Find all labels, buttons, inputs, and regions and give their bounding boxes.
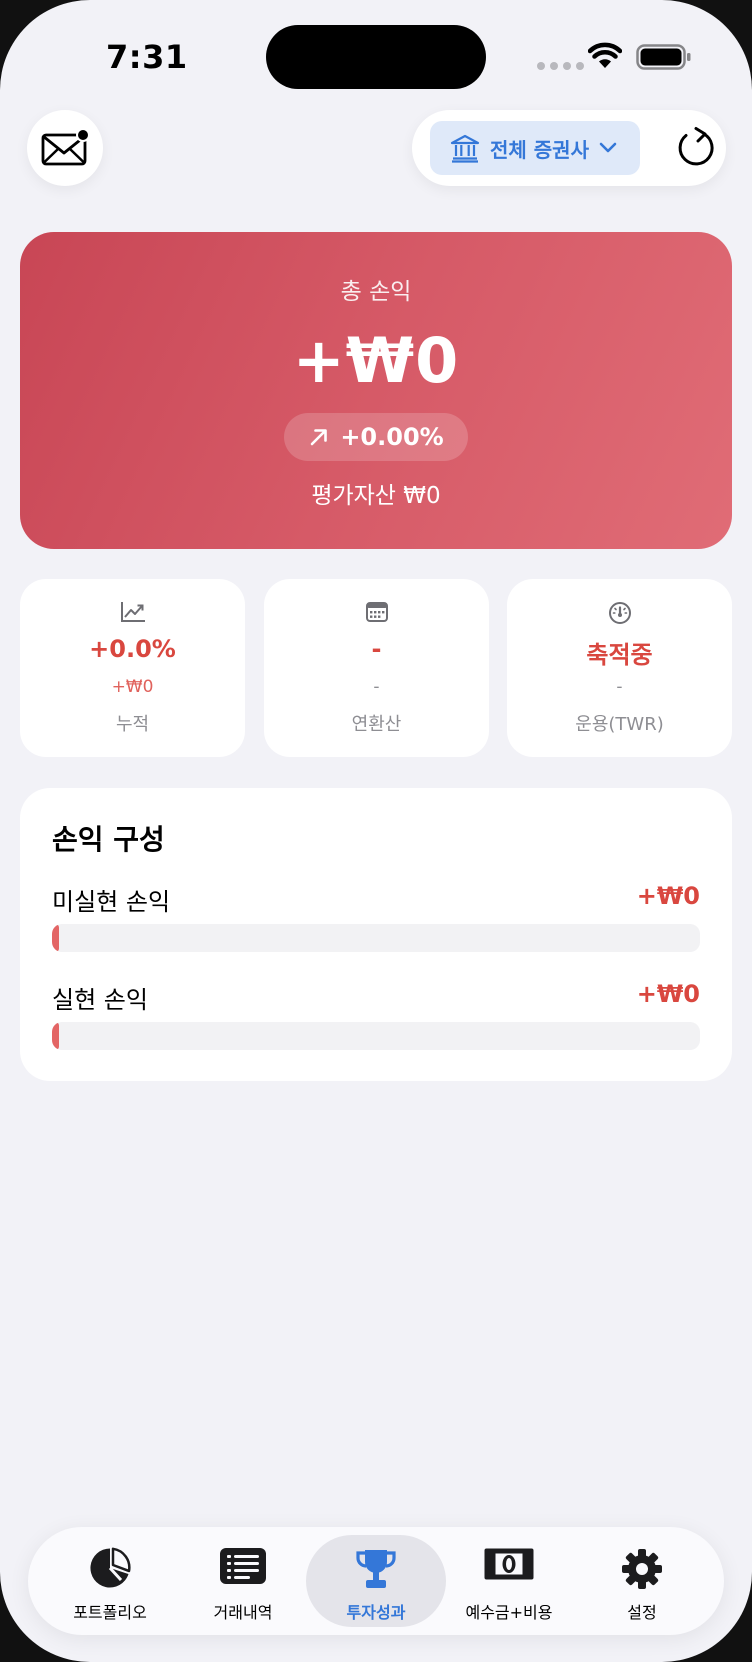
unread-badge	[76, 128, 90, 142]
chevron-down-icon	[599, 142, 617, 153]
stat-sub: +₩0	[111, 677, 154, 697]
app-screen: 7:31 전체 증권사 총 손익 +₩0 +0.00% 평가자산 ₩0 +0.0…	[0, 0, 752, 1662]
battery-icon	[636, 44, 691, 70]
realized-pnl-label: 실현 손익	[52, 986, 148, 1014]
broker-select-dropdown[interactable]: 전체 증권사	[430, 121, 640, 175]
tab-performance[interactable]: 투자성과	[306, 1535, 446, 1627]
banknote-icon	[484, 1548, 534, 1580]
total-pnl-card: 총 손익 +₩0 +0.00% 평가자산 ₩0	[20, 232, 732, 549]
stat-caption: 운용(TWR)	[575, 714, 664, 735]
tab-label: 포트폴리오	[73, 1603, 147, 1622]
unrealized-pnl-bar-fill	[52, 924, 59, 952]
trophy-icon	[356, 1550, 396, 1588]
gauge-icon	[608, 602, 631, 624]
total-pnl-percent: +0.00%	[340, 423, 444, 451]
stat-sub: -	[373, 677, 380, 697]
calendar-icon	[365, 602, 388, 622]
header-actions: 전체 증권사	[412, 110, 726, 186]
inbox-button[interactable]	[27, 110, 103, 186]
broker-select-label: 전체 증권사	[490, 137, 589, 162]
tab-label: 예수금+비용	[465, 1603, 553, 1622]
evaluated-assets: 평가자산 ₩0	[311, 483, 441, 509]
status-time: 7:31	[106, 38, 188, 76]
stat-card-cumulative: +0.0% +₩0 누적	[20, 579, 245, 757]
total-pnl-label: 총 손익	[340, 279, 412, 305]
realized-pnl-bar	[52, 1022, 700, 1050]
gear-icon	[622, 1549, 662, 1589]
tab-portfolio[interactable]: 포트폴리오	[40, 1535, 180, 1627]
pnl-breakdown-card: 손익 구성 미실현 손익 +₩0 실현 손익 +₩0	[20, 788, 732, 1081]
tab-bar: 포트폴리오 거래내역 투자성과 예수금+비용 설정	[28, 1527, 724, 1635]
stat-value: -	[371, 635, 382, 663]
mail-icon	[41, 128, 90, 166]
unrealized-pnl-label: 미실현 손익	[52, 888, 171, 916]
tab-label: 거래내역	[213, 1603, 273, 1622]
realized-pnl-bar-fill	[52, 1022, 59, 1050]
stat-value: +0.0%	[89, 635, 176, 663]
trend-chart-icon	[120, 602, 145, 622]
wifi-icon	[588, 42, 622, 68]
dynamic-island	[266, 25, 486, 89]
pnl-breakdown-title: 손익 구성	[52, 823, 165, 856]
tab-settings[interactable]: 설정	[572, 1535, 712, 1627]
tab-deposits-costs[interactable]: 예수금+비용	[439, 1535, 579, 1627]
total-pnl-percent-badge: +0.00%	[284, 413, 468, 461]
tab-label: 투자성과	[346, 1603, 406, 1622]
unrealized-pnl-bar	[52, 924, 700, 952]
pie-chart-icon	[90, 1547, 131, 1588]
stat-sub: -	[616, 677, 623, 697]
realized-pnl-value: +₩0	[636, 980, 700, 1008]
list-icon	[220, 1548, 266, 1584]
unrealized-pnl-value: +₩0	[636, 882, 700, 910]
tab-label: 설정	[627, 1603, 657, 1622]
stat-card-twr: 축적중 - 운용(TWR)	[507, 579, 732, 757]
refresh-icon[interactable]	[674, 126, 718, 170]
arrow-up-right-icon	[311, 429, 328, 446]
stat-caption: 연환산	[351, 714, 402, 735]
stat-caption: 누적	[115, 714, 150, 735]
bank-icon	[450, 134, 480, 163]
stat-value: 축적중	[586, 641, 653, 669]
tab-transactions[interactable]: 거래내역	[173, 1535, 313, 1627]
stat-card-annualized: - - 연환산	[264, 579, 489, 757]
total-pnl-value: +₩0	[292, 324, 460, 397]
cellular-signal-icon	[537, 62, 584, 70]
